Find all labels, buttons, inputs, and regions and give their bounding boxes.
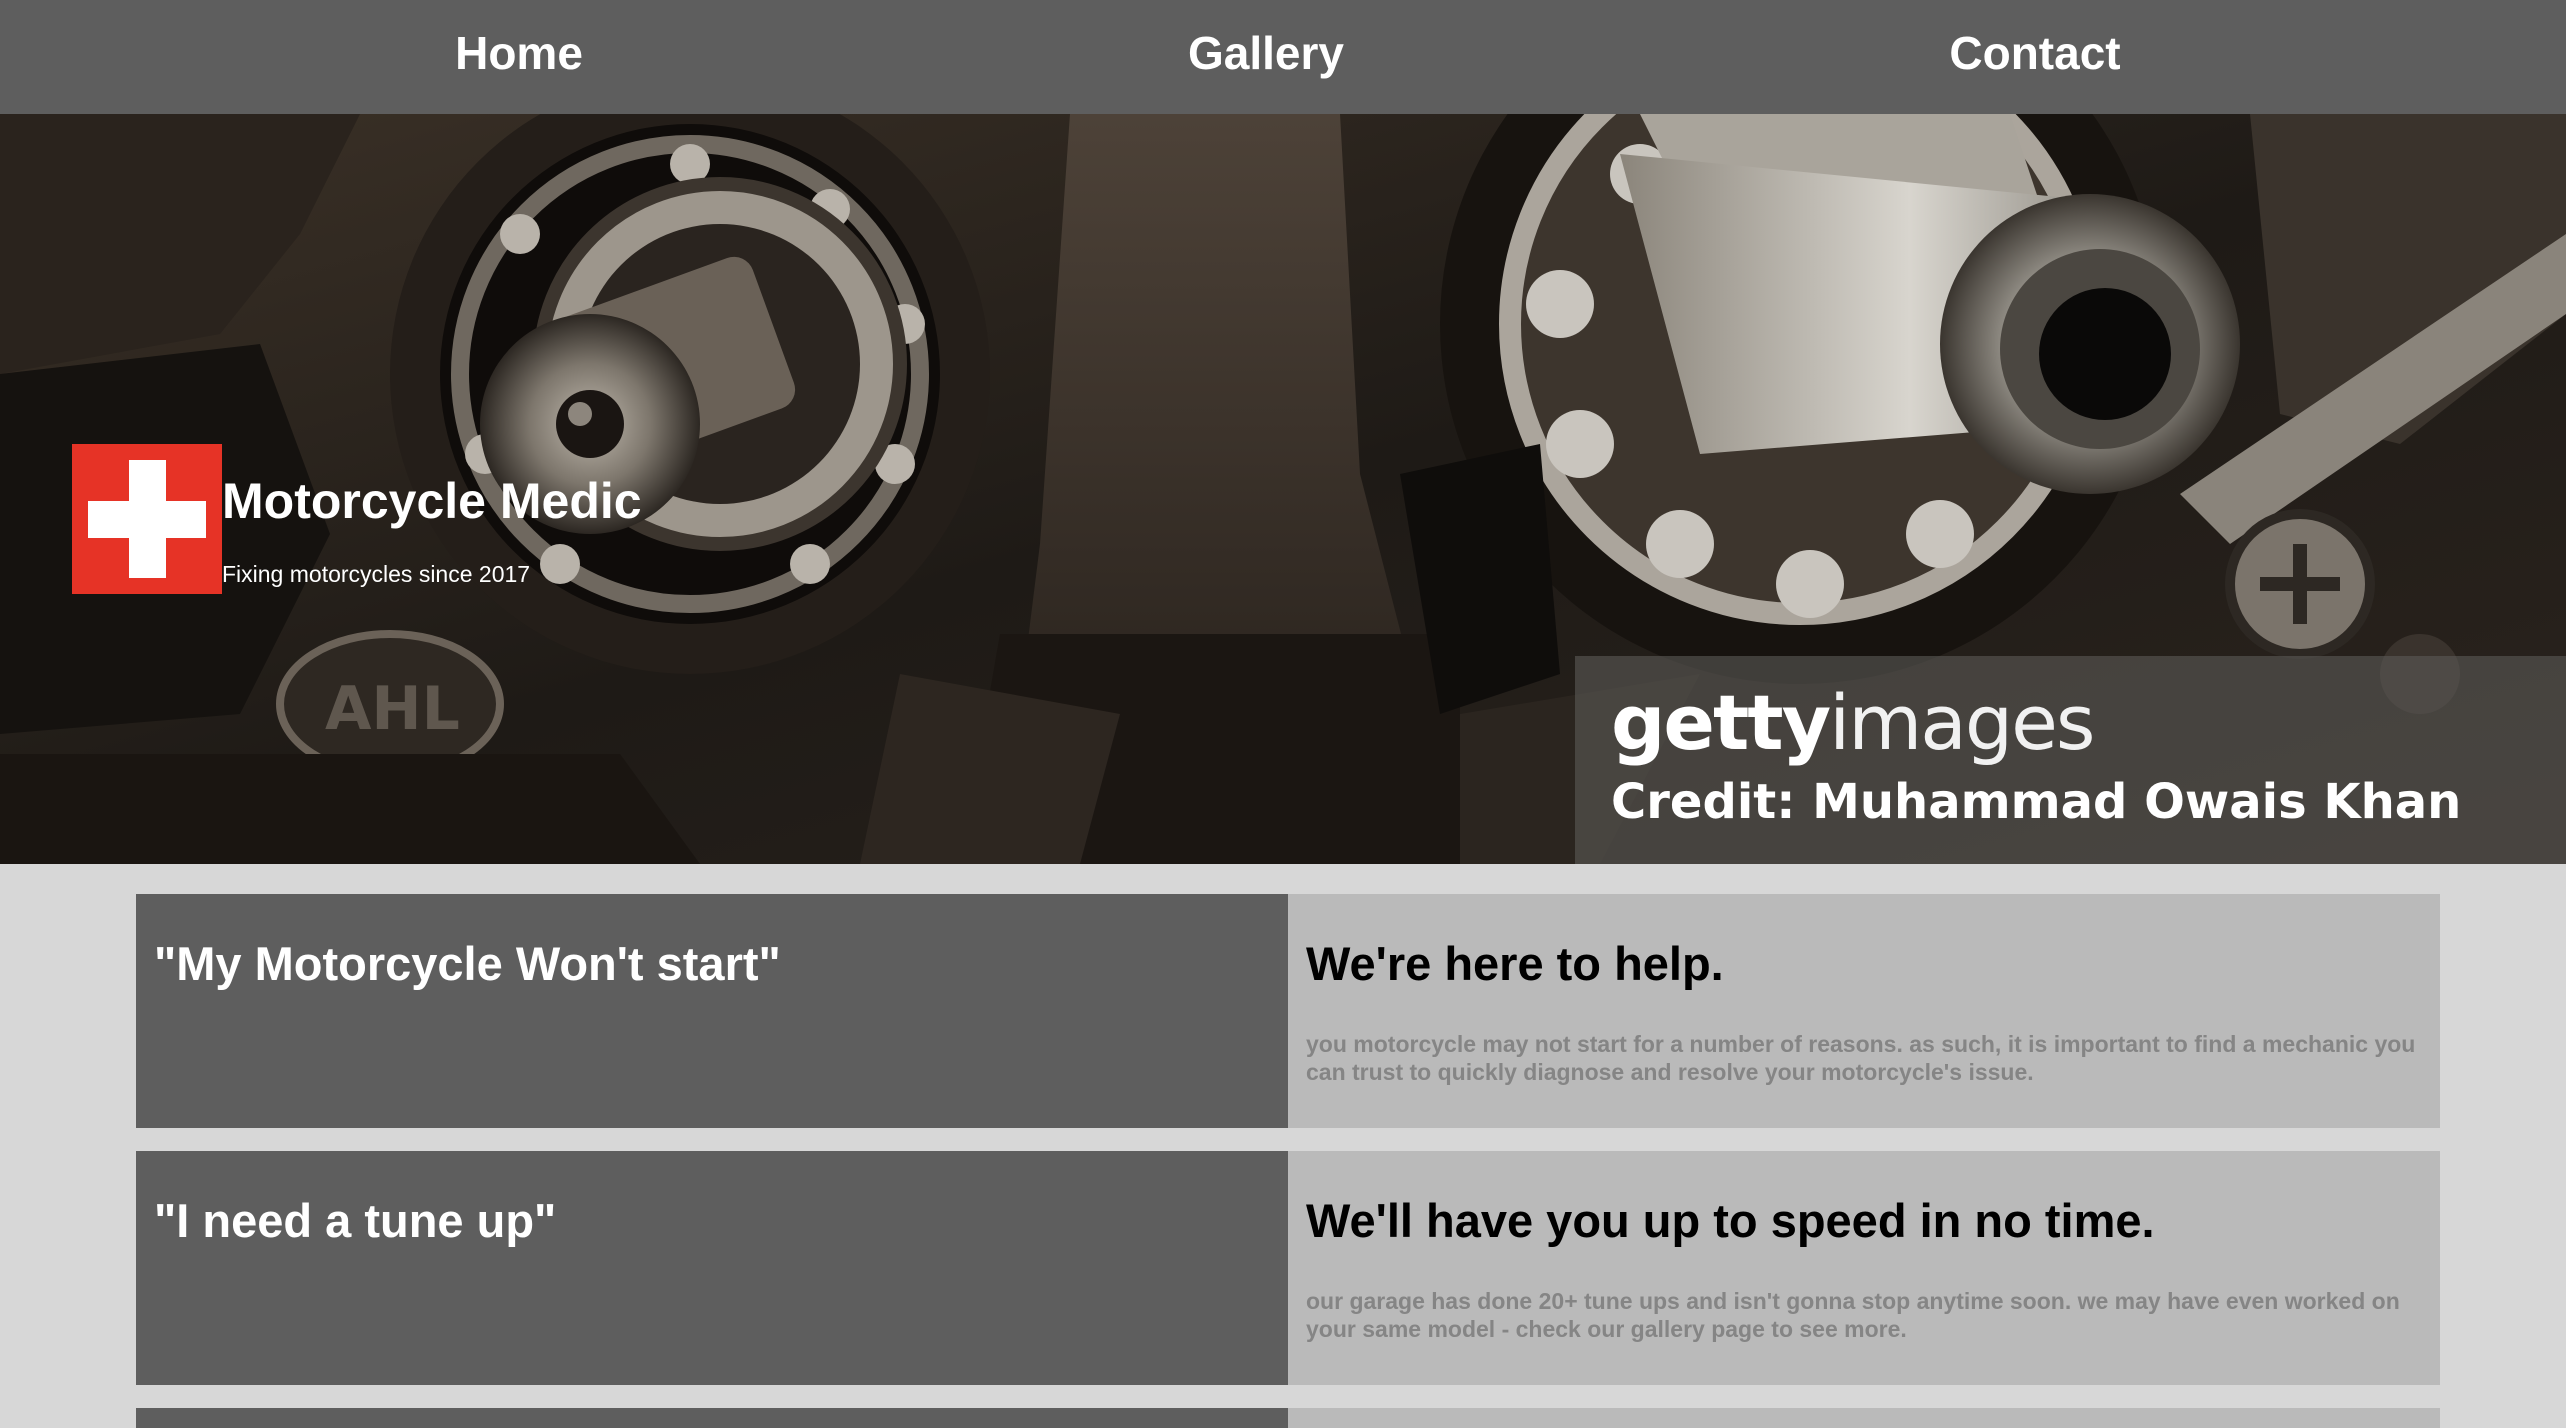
hero-banner: AHL Motorcycle Medic Fixing motorcycles … (0, 114, 2566, 864)
watermark-brand-bold: getty (1611, 678, 1831, 767)
photo-watermark: gettyimages Credit: Muhammad Owais Khan (1575, 656, 2566, 864)
service-row-answer (1288, 1408, 2440, 1428)
site-title: Motorcycle Medic (222, 473, 642, 529)
site-tagline: Fixing motorcycles since 2017 (222, 561, 531, 587)
service-answer-heading: We'll have you up to speed in no time. (1306, 1194, 2155, 1247)
service-row-answer: We're here to help. you motorcycle may n… (1288, 894, 2440, 1128)
service-description: you motorcycle may not start for a numbe… (1306, 1031, 2416, 1085)
watermark-brand: gettyimages (1611, 678, 2095, 767)
service-quote: "I need a tune up" (154, 1194, 557, 1247)
page: Home Gallery Contact AHL Motorcycle Medi… (0, 0, 2566, 1428)
medical-cross-icon (72, 444, 222, 594)
nav-link-home[interactable]: Home (455, 0, 583, 114)
service-row (136, 1408, 2440, 1428)
service-description: our garage has done 20+ tune ups and isn… (1306, 1288, 2400, 1342)
service-row-answer: We'll have you up to speed in no time. o… (1288, 1151, 2440, 1385)
service-row-question: "I need a tune up" (136, 1151, 1288, 1385)
watermark-credit: Credit: Muhammad Owais Khan (1611, 774, 2462, 830)
service-answer-heading: We're here to help. (1306, 937, 1724, 990)
service-row-question (136, 1408, 1288, 1428)
service-row-question: "My Motorcycle Won't start" (136, 894, 1288, 1128)
service-quote: "My Motorcycle Won't start" (154, 937, 781, 990)
watermark-brand-light: images (1829, 678, 2095, 767)
nav-link-gallery[interactable]: Gallery (1188, 0, 1344, 114)
svg-text:AHL: AHL (325, 674, 460, 744)
top-nav: Home Gallery Contact (0, 0, 2566, 114)
service-row: "My Motorcycle Won't start" We're here t… (136, 894, 2440, 1128)
nav-link-contact[interactable]: Contact (1949, 0, 2120, 114)
service-row: "I need a tune up" We'll have you up to … (136, 1151, 2440, 1385)
